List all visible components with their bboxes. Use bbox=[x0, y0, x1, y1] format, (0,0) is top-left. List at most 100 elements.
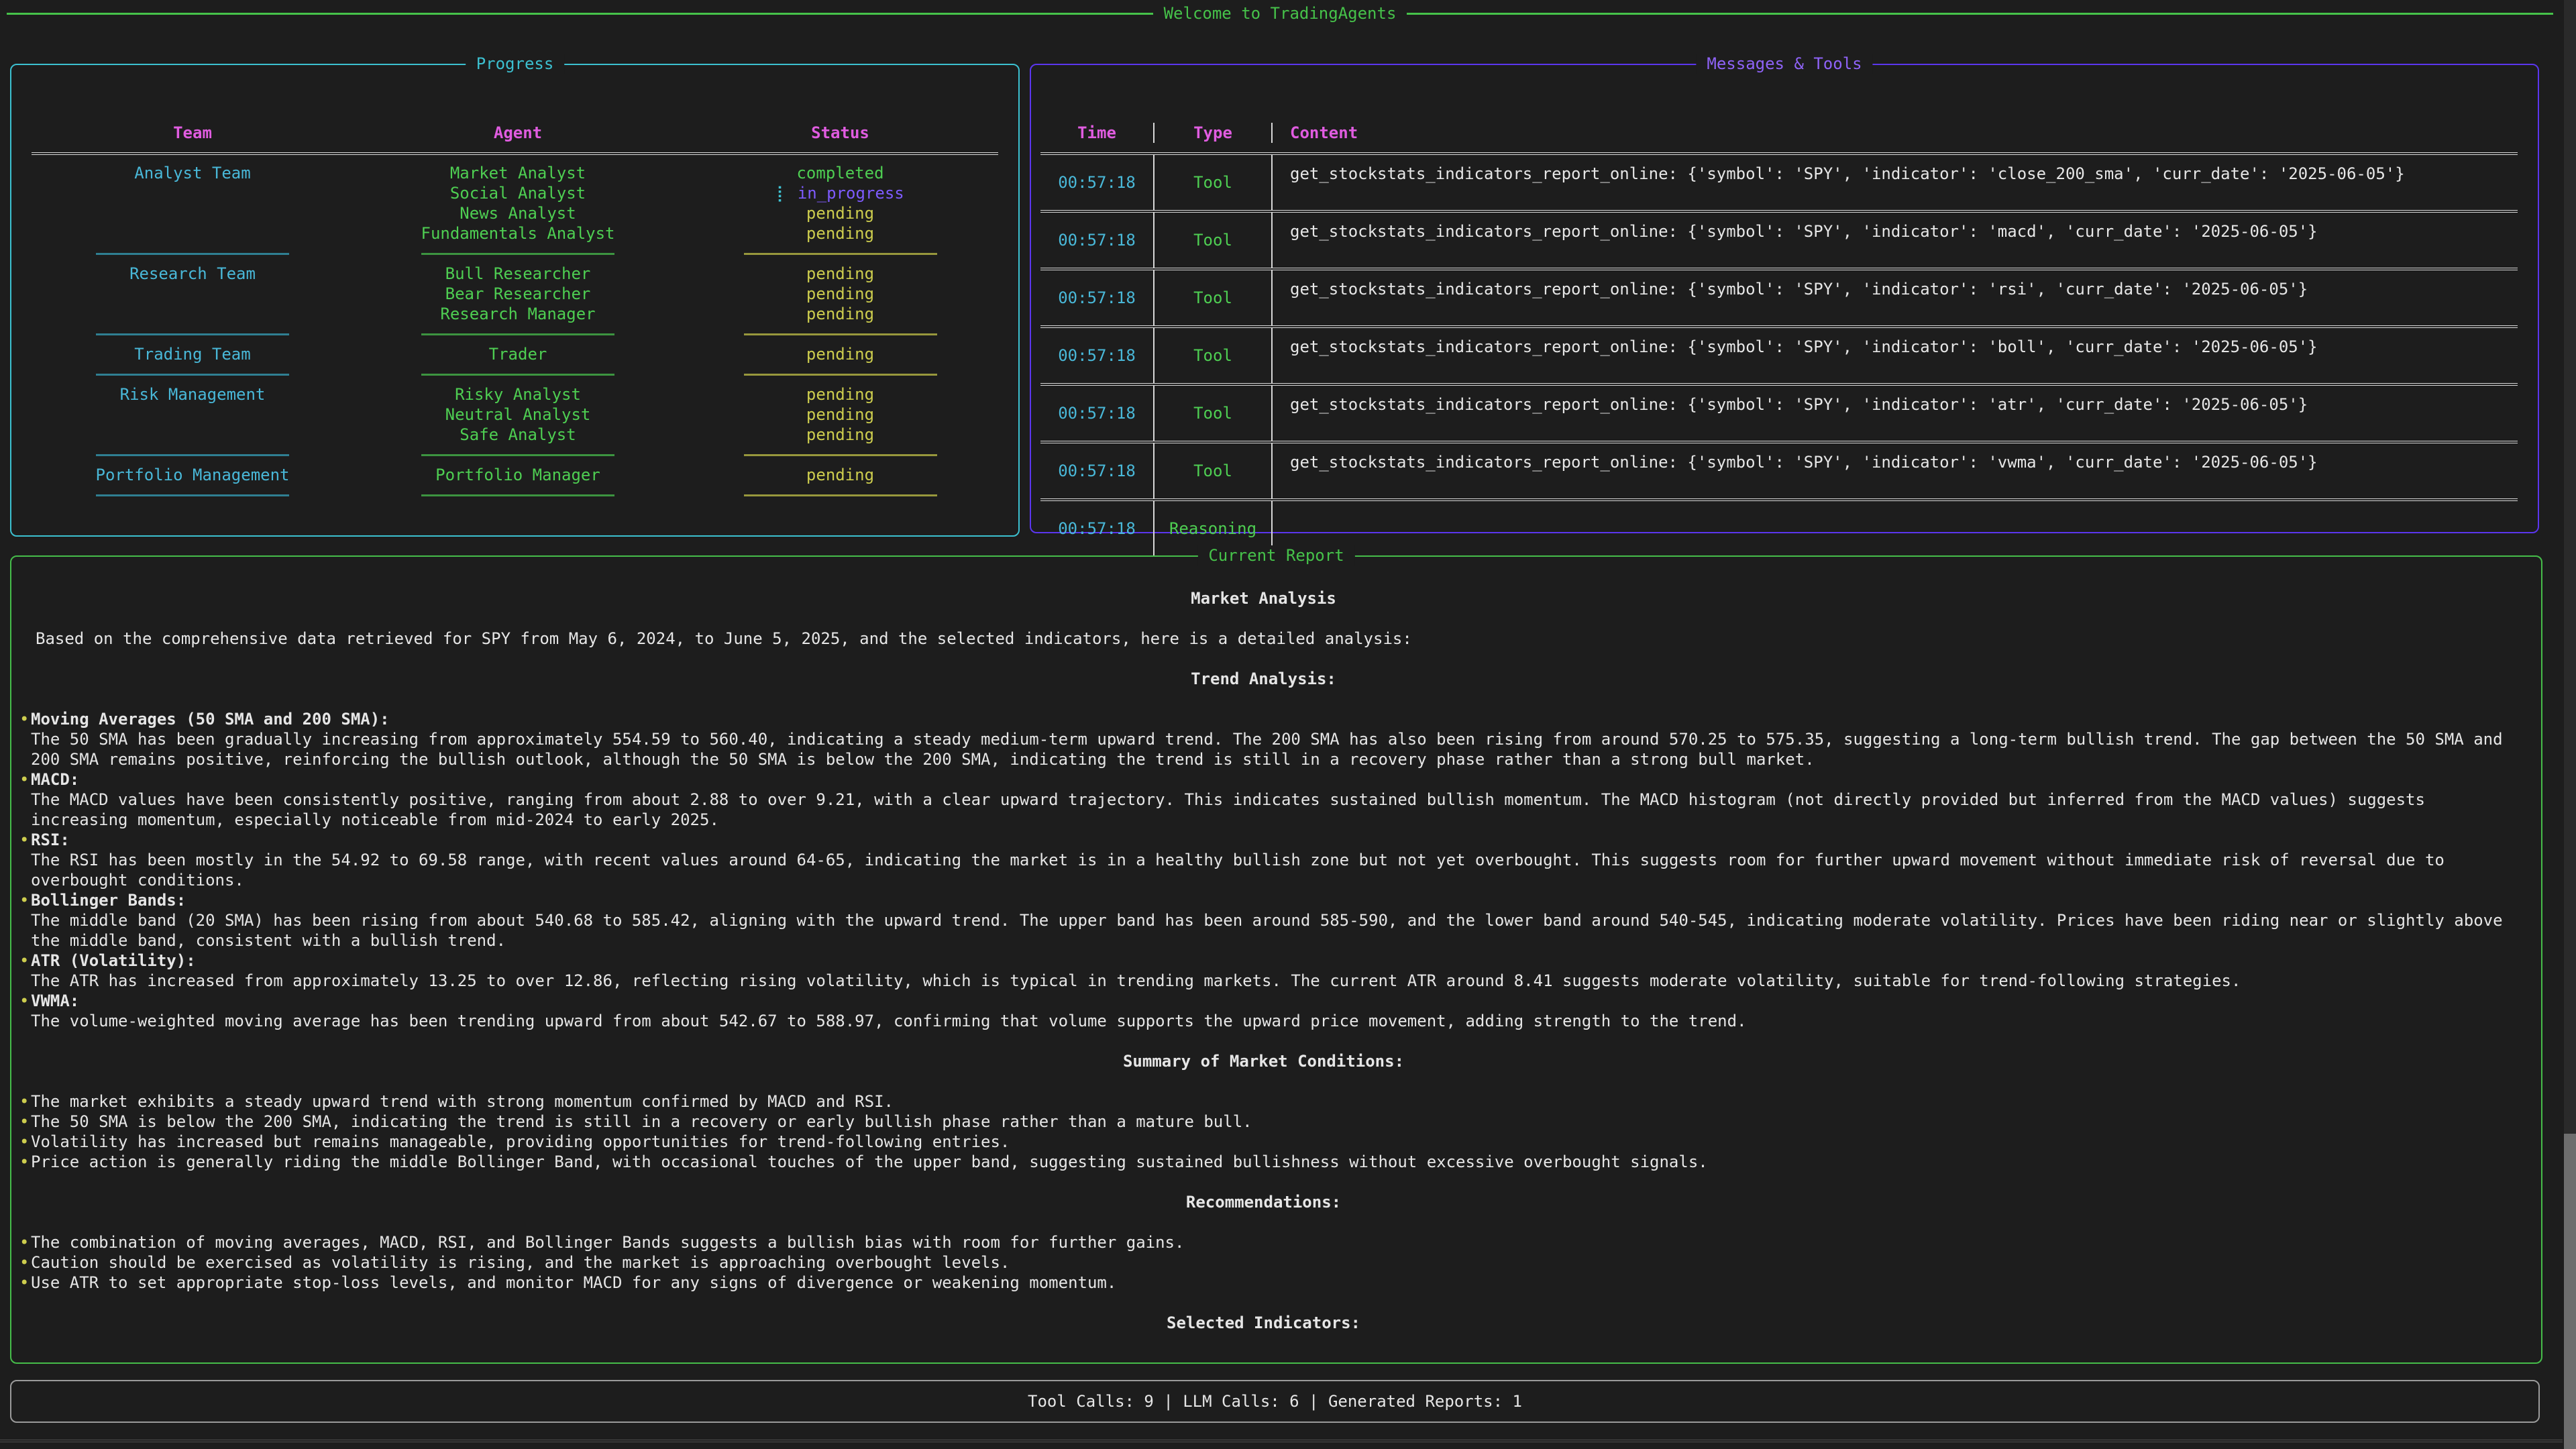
message-row: 00:57:18Toolget_stockstats_indicators_re… bbox=[1040, 325, 2518, 383]
status-label: pending bbox=[806, 405, 874, 424]
progress-row: Research TeamBull Researcherpending bbox=[32, 264, 998, 284]
separator-cell bbox=[682, 244, 998, 264]
team-cell bbox=[32, 425, 354, 445]
status-cell: pending bbox=[682, 284, 998, 304]
report-content: Market AnalysisBased on the comprehensiv… bbox=[19, 588, 2508, 1353]
separator-cell bbox=[682, 445, 998, 465]
bullet-body: The 50 SMA has been gradually increasing… bbox=[31, 729, 2508, 769]
team-cell bbox=[32, 223, 354, 244]
report-bullet: •The market exhibits a steady upward tre… bbox=[19, 1091, 2508, 1112]
team-cell bbox=[32, 304, 354, 324]
agent-cell: Trader bbox=[354, 344, 682, 364]
bullet-body: The market exhibits a steady upward tren… bbox=[31, 1091, 2508, 1112]
progress-row: Analyst TeamMarket Analystcompleted bbox=[32, 163, 998, 183]
bottom-rule bbox=[0, 1440, 2563, 1442]
scrollbar-thumb[interactable] bbox=[2564, 1134, 2576, 1449]
group-separator bbox=[32, 485, 998, 505]
bullet-body: The middle band (20 SMA) has been rising… bbox=[31, 910, 2508, 951]
scrollbar[interactable] bbox=[2564, 0, 2576, 1449]
separator-cell bbox=[32, 244, 354, 264]
group-separator bbox=[32, 324, 998, 344]
bullet-title: ATR (Volatility): bbox=[31, 951, 2508, 971]
bullet-title: VWMA: bbox=[31, 991, 2508, 1011]
message-row: 00:57:18Toolget_stockstats_indicators_re… bbox=[1040, 383, 2518, 441]
status-label: pending bbox=[806, 204, 874, 223]
bullet-icon: • bbox=[19, 1252, 29, 1273]
team-cell bbox=[32, 203, 354, 223]
status-label: pending bbox=[806, 345, 874, 364]
rule-line bbox=[7, 13, 1153, 15]
separator-cell bbox=[354, 324, 682, 344]
message-time: 00:57:18 bbox=[1040, 328, 1155, 383]
separator-cell bbox=[32, 485, 354, 505]
progress-row: Safe Analystpending bbox=[32, 425, 998, 445]
report-bullet: •Bollinger Bands:The middle band (20 SMA… bbox=[19, 890, 2508, 951]
separator-line bbox=[744, 494, 937, 496]
status-label: pending bbox=[806, 224, 874, 243]
messages-panel-title: Messages & Tools bbox=[1696, 54, 1872, 74]
bullet-body: The RSI has been mostly in the 54.92 to … bbox=[31, 850, 2508, 890]
status-cell: pending bbox=[682, 223, 998, 244]
progress-row: Fundamentals Analyst pending bbox=[32, 223, 998, 244]
header-separator bbox=[32, 152, 998, 155]
bullet-body: The volume-weighted moving average has b… bbox=[31, 1011, 2508, 1031]
column-header-time: Time bbox=[1040, 123, 1155, 143]
separator-line bbox=[744, 454, 937, 456]
message-row: 00:57:18Toolget_stockstats_indicators_re… bbox=[1040, 152, 2518, 210]
current-report-panel: Current Report Market AnalysisBased on t… bbox=[10, 555, 2542, 1364]
progress-panel-title: Progress bbox=[466, 54, 565, 74]
separator-cell bbox=[354, 244, 682, 264]
agent-cell: Fundamentals Analyst bbox=[354, 223, 682, 244]
report-heading: Market Analysis bbox=[19, 588, 2508, 608]
progress-row: Neutral Analystpending bbox=[32, 405, 998, 425]
status-label: in_progress bbox=[798, 184, 904, 203]
message-type: Tool bbox=[1155, 328, 1273, 383]
report-bullet: •Moving Averages (50 SMA and 200 SMA):Th… bbox=[19, 709, 2508, 769]
bullet-icon: • bbox=[19, 1273, 29, 1293]
group-separator bbox=[32, 445, 998, 465]
rule-line bbox=[1407, 13, 2553, 15]
separator-line bbox=[421, 454, 614, 456]
bullet-body: Price action is generally riding the mid… bbox=[31, 1152, 2508, 1172]
report-bullet-list: •Moving Averages (50 SMA and 200 SMA):Th… bbox=[19, 709, 2508, 1031]
column-header-agent: Agent bbox=[354, 123, 682, 143]
separator-line bbox=[96, 454, 289, 456]
tradingagents-terminal: Welcome to TradingAgents Progress Team A… bbox=[0, 0, 2576, 1449]
progress-row: News Analyst pending bbox=[32, 203, 998, 223]
separator-line bbox=[96, 253, 289, 255]
separator-cell bbox=[682, 485, 998, 505]
report-bullet-list: •The combination of moving averages, MAC… bbox=[19, 1232, 2508, 1293]
report-bullet-list: •The market exhibits a steady upward tre… bbox=[19, 1091, 2508, 1172]
progress-table-body: Analyst TeamMarket AnalystcompletedSocia… bbox=[32, 163, 998, 505]
bullet-icon: • bbox=[19, 1091, 29, 1112]
report-panel-title: Current Report bbox=[1197, 545, 1354, 566]
report-bullet: •Price action is generally riding the mi… bbox=[19, 1152, 2508, 1172]
status-cell: ⡇in_progress bbox=[682, 183, 998, 203]
message-content: get_stockstats_indicators_report_online:… bbox=[1273, 328, 2518, 383]
separator-line bbox=[421, 494, 614, 496]
message-time: 00:57:18 bbox=[1040, 270, 1155, 325]
agent-cell: News Analyst bbox=[354, 203, 682, 223]
report-bullet: •MACD:The MACD values have been consiste… bbox=[19, 769, 2508, 830]
status-label: pending bbox=[806, 425, 874, 444]
message-time: 00:57:18 bbox=[1040, 213, 1155, 268]
separator-cell bbox=[682, 324, 998, 344]
team-cell: Trading Team bbox=[32, 344, 354, 364]
team-cell: Research Team bbox=[32, 264, 354, 284]
bullet-body: The 50 SMA is below the 200 SMA, indicat… bbox=[31, 1112, 2508, 1132]
report-bullet: •ATR (Volatility):The ATR has increased … bbox=[19, 951, 2508, 991]
progress-row: Research Managerpending bbox=[32, 304, 998, 324]
status-cell: pending bbox=[682, 304, 998, 324]
agent-cell: Market Analyst bbox=[354, 163, 682, 183]
report-bullet: •Caution should be exercised as volatili… bbox=[19, 1252, 2508, 1273]
separator-cell bbox=[354, 485, 682, 505]
bullet-title: Bollinger Bands: bbox=[31, 890, 2508, 910]
report-bullet: •The combination of moving averages, MAC… bbox=[19, 1232, 2508, 1252]
message-time: 00:57:18 bbox=[1040, 443, 1155, 498]
status-cell: pending bbox=[682, 264, 998, 284]
report-heading: Summary of Market Conditions: bbox=[19, 1051, 2508, 1071]
separator-line bbox=[96, 374, 289, 376]
column-header-status: Status bbox=[682, 123, 998, 143]
bullet-icon: • bbox=[19, 1232, 29, 1252]
message-row: 00:57:18Toolget_stockstats_indicators_re… bbox=[1040, 441, 2518, 498]
